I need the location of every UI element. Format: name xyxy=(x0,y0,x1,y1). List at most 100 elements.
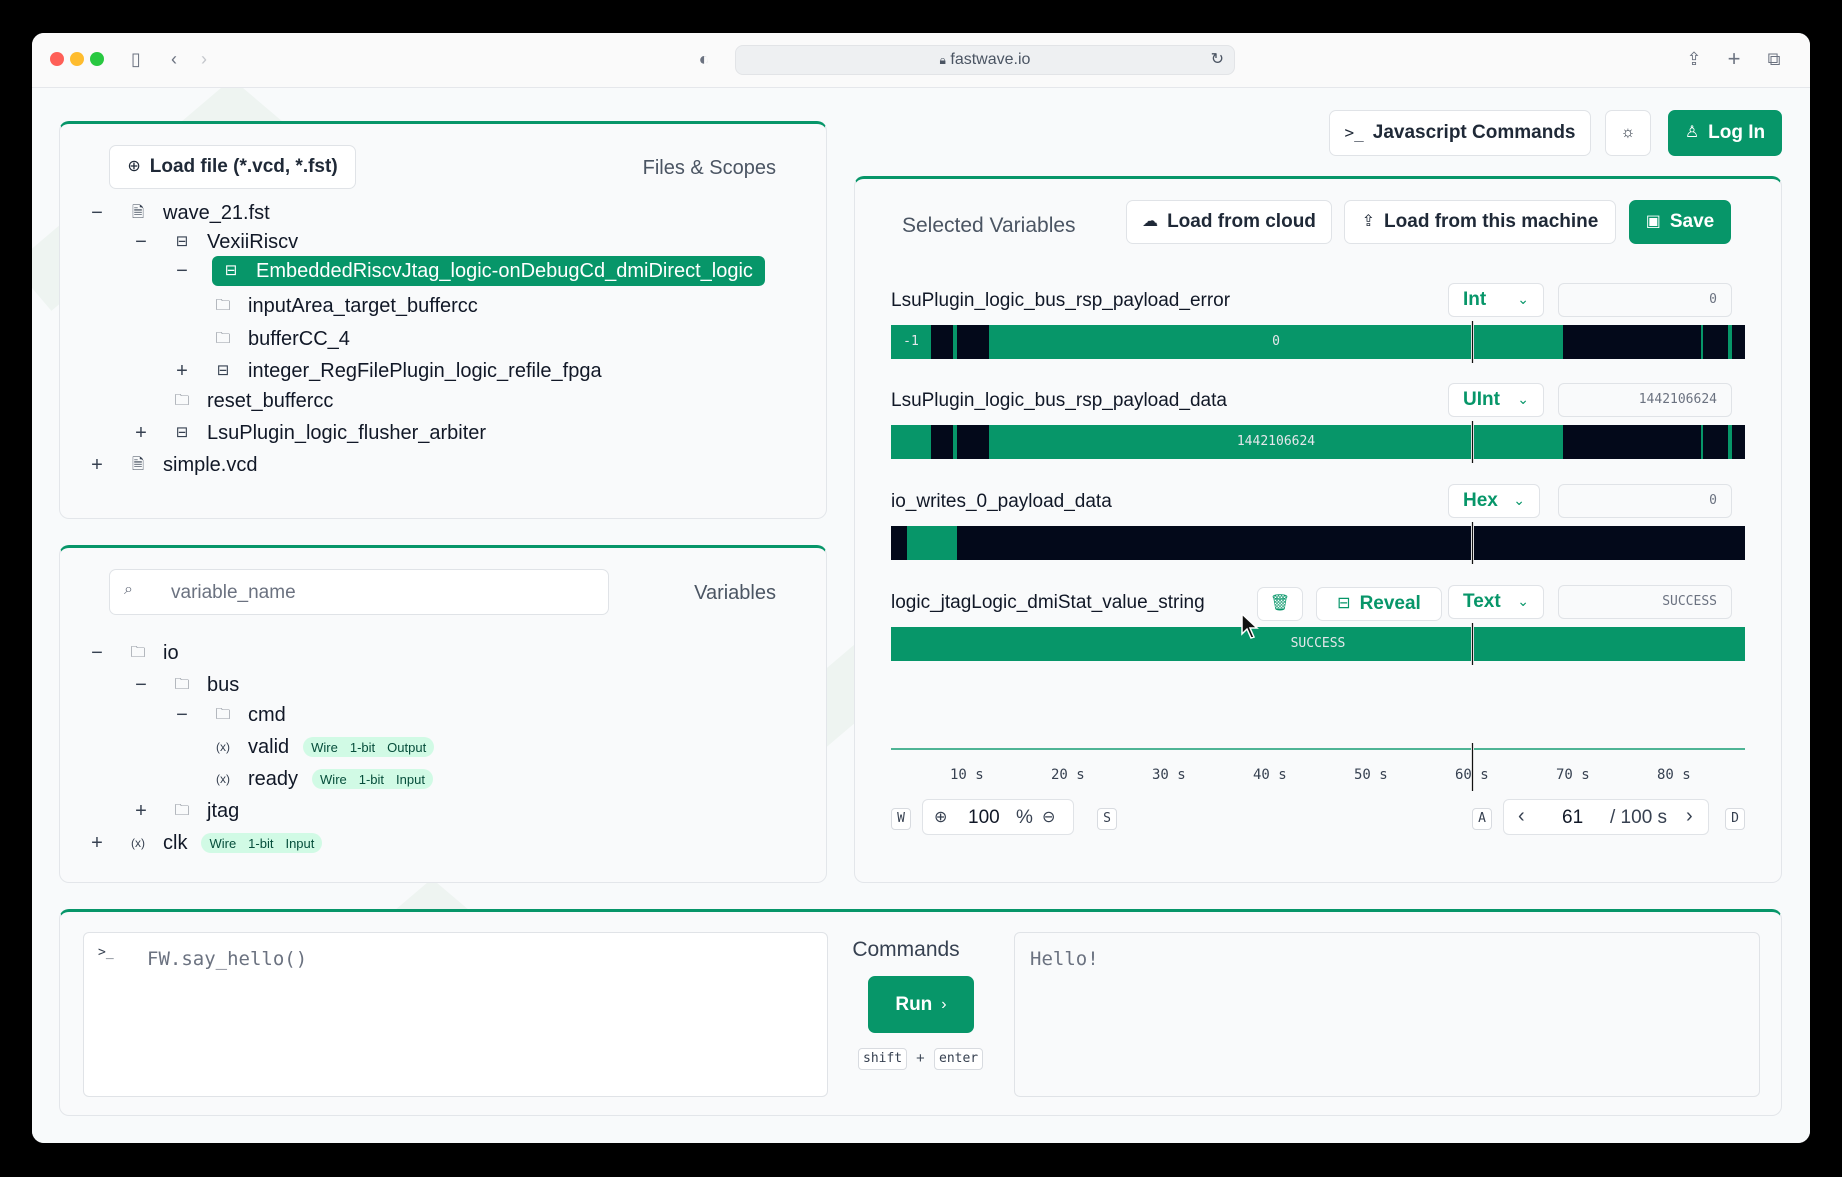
tree-item-label: reset_buffercc xyxy=(207,389,334,412)
tree-item[interactable]: − 🗀 cmd xyxy=(176,700,286,730)
tree-item[interactable]: − 🗀 bus xyxy=(135,670,239,700)
command-input[interactable]: >_ FW.say_hello() xyxy=(83,932,828,1097)
timeline-cursor[interactable] xyxy=(1471,743,1474,791)
chevron-down-icon: ⌄ xyxy=(1517,391,1529,407)
expand-icon[interactable]: + xyxy=(174,360,190,383)
collapse-icon[interactable]: − xyxy=(89,642,105,665)
address-bar[interactable]: 🔒︎ fastwave.io ↻ xyxy=(735,45,1235,75)
tree-item-label: cmd xyxy=(248,703,286,726)
new-tab-icon[interactable]: + xyxy=(1722,47,1746,71)
waveform-value-label: -1 xyxy=(903,334,919,349)
save-button[interactable]: ▣ Save xyxy=(1629,200,1731,244)
zoom-in-icon[interactable]: ⊕ xyxy=(934,807,947,827)
signal-name: io_writes_0_payload_data xyxy=(891,491,1112,512)
load-file-button[interactable]: ⊕ Load file (*.vcd, *.fst) xyxy=(109,145,356,189)
collapse-icon[interactable]: − xyxy=(133,674,149,697)
tree-item-label: EmbeddedRiscvJtag_logic-onDebugCd_dmiDir… xyxy=(256,259,753,282)
tree-item-label: bufferCC_4 xyxy=(248,327,350,350)
file-icon: 🗎 xyxy=(131,204,145,221)
collapse-icon[interactable]: − xyxy=(133,231,149,254)
expand-icon[interactable]: + xyxy=(133,800,149,823)
tree-item[interactable]: − ⊟ EmbeddedRiscvJtag_logic-onDebugCd_dmiD… xyxy=(176,256,765,286)
waveform-segment xyxy=(891,425,931,459)
tree-item[interactable]: + (x) clk Wire 1-bit Input xyxy=(91,828,323,858)
forward-icon[interactable]: › xyxy=(192,47,216,71)
folder-icon: 🗀 xyxy=(215,297,231,314)
tree-item-label: VexiiRiscv xyxy=(207,230,299,253)
sun-icon: ☼ xyxy=(1620,124,1636,141)
waveform[interactable] xyxy=(891,526,1745,560)
expand-icon[interactable]: + xyxy=(89,832,105,855)
collapse-icon[interactable]: − xyxy=(174,260,190,283)
variable-icon: (x) xyxy=(216,740,230,754)
chevron-right-icon[interactable]: › xyxy=(1686,805,1693,828)
expand-icon[interactable]: + xyxy=(89,454,105,477)
expand-icon[interactable]: + xyxy=(133,422,149,445)
load-from-cloud-button[interactable]: ☁ Load from cloud xyxy=(1126,200,1332,244)
theme-toggle-button[interactable]: ☼ xyxy=(1605,110,1651,156)
waveform-segment xyxy=(1701,325,1703,359)
close-window-button[interactable] xyxy=(50,52,64,66)
tree-item[interactable]: (x) valid Wire 1-bit Output xyxy=(212,732,435,762)
folder-icon: 🗀 xyxy=(215,706,231,723)
reveal-button[interactable]: ⊟ Reveal xyxy=(1316,587,1442,621)
badge-text: 1-bit xyxy=(248,835,274,851)
format-select[interactable]: Text ⌄ xyxy=(1448,585,1544,619)
run-button[interactable]: Run › xyxy=(868,976,974,1033)
tree-item[interactable]: 🗀 reset_buffercc xyxy=(171,386,333,416)
sidebar-toggle-icon[interactable]: ▯ xyxy=(124,47,148,71)
back-icon[interactable]: ‹ xyxy=(162,47,186,71)
share-icon[interactable]: ⇪ xyxy=(1682,47,1706,71)
zoom-out-icon[interactable]: ⊖ xyxy=(1042,807,1055,827)
selected-panel-title: Selected Variables xyxy=(902,214,1076,237)
format-select[interactable]: Int ⌄ xyxy=(1448,283,1544,317)
waveform[interactable]: -1 0 xyxy=(891,325,1745,359)
tree-item[interactable]: + ⊟ integer_RegFilePlugin_logic_refile_fpg… xyxy=(176,356,602,386)
tree-item[interactable]: − ⊟ VexiiRiscv xyxy=(135,227,299,257)
file-icon: 🗎 xyxy=(131,456,145,473)
signal-cursor-line xyxy=(1471,421,1474,463)
tree-item[interactable]: 🗀 bufferCC_4 xyxy=(212,324,350,354)
tab-overview-icon[interactable]: ⧉ xyxy=(1762,47,1786,71)
timeline-tick-label: 40 s xyxy=(1253,767,1287,783)
collapse-icon[interactable]: − xyxy=(89,202,105,225)
folder-icon: 🗀 xyxy=(130,644,146,661)
format-select[interactable]: Hex ⌄ xyxy=(1448,484,1540,518)
tree-item-label: wave_21.fst xyxy=(163,201,270,224)
badge-text: Input xyxy=(285,835,315,851)
folder-icon: 🗀 xyxy=(215,330,231,347)
tree-item[interactable]: + ⊟ LsuPlugin_logic_flusher_arbiter xyxy=(135,418,486,448)
javascript-commands-button[interactable]: >_ Javascript Commands xyxy=(1329,110,1591,156)
minimize-window-button[interactable] xyxy=(70,52,84,66)
chevron-right-icon: › xyxy=(941,995,947,1013)
format-select[interactable]: UInt ⌄ xyxy=(1448,383,1544,417)
tree-item[interactable]: − 🗎 wave_21.fst xyxy=(91,198,270,228)
files-scopes-panel: ⊕ Load file (*.vcd, *.fst) Files & Scope… xyxy=(59,121,827,519)
collapse-icon[interactable]: − xyxy=(174,704,190,727)
variable-search-input[interactable]: ⌕ variable_name xyxy=(109,569,609,615)
tree-item[interactable]: 🗀 inputArea_target_buffercc xyxy=(212,291,477,321)
tree-item[interactable]: − 🗀 io xyxy=(91,638,178,668)
waveform[interactable]: SUCCESS xyxy=(891,627,1745,661)
time-value[interactable]: 61 xyxy=(1562,807,1583,829)
load-from-machine-button[interactable]: ⇪ Load from this machine xyxy=(1344,200,1616,244)
tree-item[interactable]: + 🗎 simple.vcd xyxy=(91,450,257,480)
timeline-tick-label: 30 s xyxy=(1152,767,1186,783)
upload-icon: ⇪ xyxy=(1361,213,1376,230)
delete-signal-button[interactable]: 🗑︎ xyxy=(1257,587,1303,621)
waveform[interactable]: 1442106624 xyxy=(891,425,1745,459)
tree-item-label: integer_RegFilePlugin_logic_refile_fpga xyxy=(248,359,602,382)
badge-text: Input xyxy=(396,771,425,787)
chevron-left-icon[interactable]: ‹ xyxy=(1518,805,1525,828)
console-panel: >_ FW.say_hello() Commands Run › shift +… xyxy=(59,909,1782,1116)
format-select-value: Text xyxy=(1463,591,1501,612)
reload-icon[interactable]: ↻ xyxy=(1211,46,1224,74)
tree-item[interactable]: (x) ready Wire 1-bit Input xyxy=(212,764,433,794)
zoom-value[interactable]: 100 xyxy=(968,807,1000,829)
login-button[interactable]: ♙ Log In xyxy=(1668,110,1782,156)
tree-item[interactable]: + 🗀 jtag xyxy=(135,796,239,826)
maximize-window-button[interactable] xyxy=(90,52,104,66)
scope-icon: ⊟ xyxy=(175,233,189,250)
signal-cursor-line xyxy=(1471,522,1474,564)
privacy-shield-icon[interactable]: ◐ xyxy=(692,47,716,71)
